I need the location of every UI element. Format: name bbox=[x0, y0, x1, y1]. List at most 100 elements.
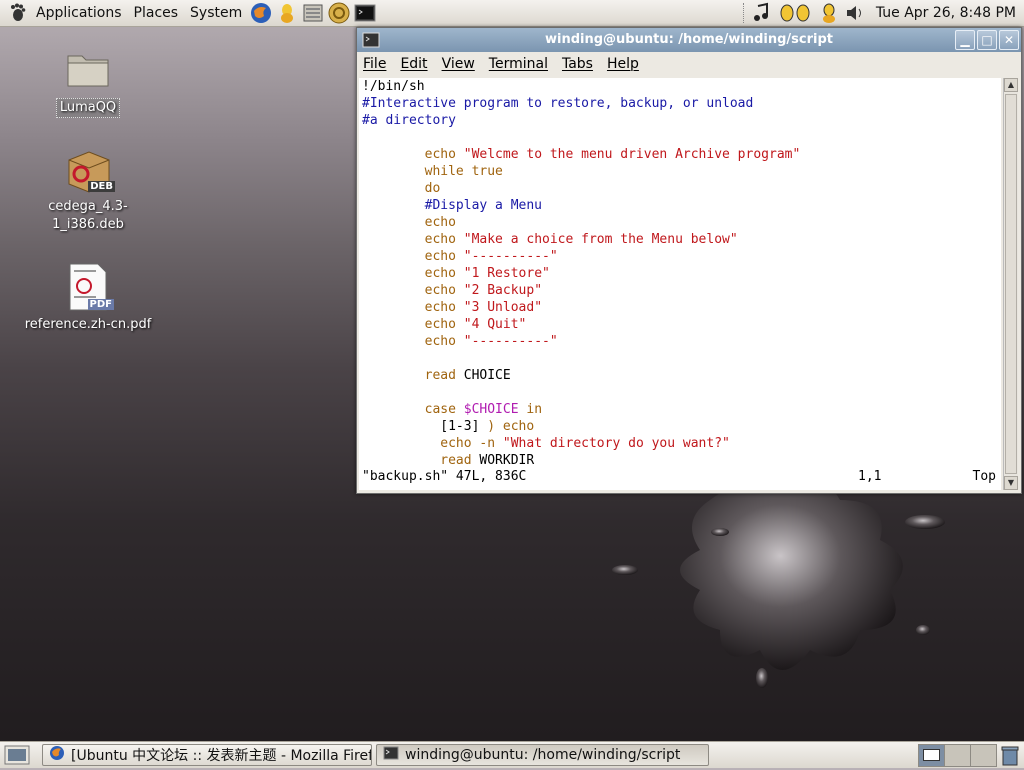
clock[interactable]: Tue Apr 26, 8:48 PM bbox=[868, 5, 1020, 21]
code-token: CHOICE bbox=[463, 368, 511, 383]
scroll-down-arrow-icon[interactable]: ▼ bbox=[1004, 476, 1018, 490]
code-line: echo "2 Backup" bbox=[362, 282, 1001, 299]
code-token: "1 Restore" bbox=[463, 266, 550, 281]
qq-launcher-icon[interactable] bbox=[276, 2, 298, 24]
code-line: do bbox=[362, 180, 1001, 197]
code-line: echo bbox=[362, 214, 1001, 231]
code-line: ​ bbox=[362, 129, 1001, 146]
code-line: #a directory bbox=[362, 112, 1001, 129]
menu-terminal[interactable]: Terminal bbox=[489, 56, 548, 72]
code-token: echo bbox=[362, 215, 456, 230]
code-token: "4 Quit" bbox=[463, 317, 527, 332]
taskbar-item-label: winding@ubuntu: /home/winding/script bbox=[405, 747, 681, 763]
code-line: ​ bbox=[362, 350, 1001, 367]
desktop-icon-pdf[interactable]: PDF reference.zh-cn.pdf bbox=[18, 262, 158, 334]
code-token: [1-3] bbox=[362, 419, 488, 434]
firefox-launcher-icon[interactable] bbox=[250, 2, 272, 24]
minimize-icon: ▁ bbox=[960, 33, 970, 47]
vertical-scrollbar[interactable]: ▲ ▼ bbox=[1003, 78, 1018, 490]
terminal-window[interactable]: winding@ubuntu: /home/winding/script ▁ □… bbox=[356, 27, 1022, 494]
deb-package-icon: DEB bbox=[63, 148, 115, 194]
code-line: !/bin/sh bbox=[362, 78, 1001, 95]
code-token: "What directory do you want?" bbox=[502, 436, 730, 451]
close-icon: ✕ bbox=[1003, 33, 1015, 47]
system-menu[interactable]: System bbox=[184, 5, 248, 21]
taskbar-item-terminal[interactable]: winding@ubuntu: /home/winding/script bbox=[376, 744, 709, 766]
tray-separator bbox=[742, 3, 746, 23]
desktop-icon-label: LumaQQ bbox=[55, 98, 121, 118]
trash-icon[interactable] bbox=[1000, 744, 1020, 770]
menu-file[interactable]: File bbox=[363, 56, 386, 72]
places-menu[interactable]: Places bbox=[128, 5, 185, 21]
code-token: do bbox=[362, 181, 441, 196]
desktop-icon-deb-package[interactable]: DEB cedega_4.3-1_i386.deb bbox=[18, 148, 158, 234]
menu-help[interactable]: Help bbox=[607, 56, 639, 72]
deb-badge: DEB bbox=[88, 181, 115, 192]
help-launcher-icon[interactable] bbox=[328, 2, 350, 24]
window-titlebar[interactable]: winding@ubuntu: /home/winding/script ▁ □… bbox=[357, 28, 1021, 52]
maximize-button[interactable]: □ bbox=[977, 30, 997, 50]
music-note-icon[interactable] bbox=[752, 2, 774, 24]
firefox-icon bbox=[49, 745, 65, 765]
show-desktop-icon[interactable] bbox=[4, 745, 30, 769]
window-title: winding@ubuntu: /home/winding/script bbox=[545, 32, 833, 47]
taskbar-item-firefox[interactable]: [Ubuntu 中文论坛 :: 发表新主题 - Mozilla Firefox] bbox=[42, 744, 372, 766]
desktop-icon-lumaqq[interactable]: LumaQQ bbox=[18, 48, 158, 118]
code-token: echo bbox=[362, 317, 464, 332]
scrollbar-thumb[interactable] bbox=[1005, 94, 1017, 474]
terminal-text-area[interactable]: !/bin/sh #Interactive program to restore,… bbox=[359, 78, 1001, 490]
code-line: [1-3] ) echo bbox=[362, 418, 1001, 435]
gnome-foot-icon[interactable] bbox=[6, 2, 28, 24]
code-line: echo "1 Restore" bbox=[362, 265, 1001, 282]
code-line: while true bbox=[362, 163, 1001, 180]
close-button[interactable]: ✕ bbox=[999, 30, 1019, 50]
code-line: #Interactive program to restore, backup,… bbox=[362, 95, 1001, 112]
code-token: in bbox=[518, 402, 543, 417]
menu-tabs[interactable]: Tabs bbox=[562, 56, 593, 72]
desktop-icon-label: reference.zh-cn.pdf bbox=[24, 317, 152, 332]
code-token: while true bbox=[362, 164, 503, 179]
menu-view[interactable]: View bbox=[442, 56, 475, 72]
code-token: "----------" bbox=[463, 249, 558, 264]
menu-bar: File Edit View Terminal Tabs Help bbox=[357, 52, 1021, 76]
code-token: read bbox=[362, 368, 464, 383]
notification-area: Tue Apr 26, 8:48 PM bbox=[739, 0, 1020, 26]
vim-status-line: "backup.sh" 47L, 836C 1,1 Top bbox=[362, 469, 998, 484]
code-line: echo "Welcme to the menu driven Archive … bbox=[362, 146, 1001, 163]
code-token: #a directory bbox=[362, 113, 456, 128]
code-token: "3 Unload" bbox=[463, 300, 543, 315]
code-line: #Display a Menu bbox=[362, 197, 1001, 214]
code-token: ) echo bbox=[487, 419, 535, 434]
status-file-info: "backup.sh" 47L, 836C bbox=[362, 469, 527, 484]
pdf-badge: PDF bbox=[87, 299, 114, 310]
maximize-icon: □ bbox=[981, 33, 993, 47]
code-token: case bbox=[362, 402, 464, 417]
code-line: read CHOICE bbox=[362, 367, 1001, 384]
workspace-3[interactable] bbox=[970, 744, 997, 767]
top-panel: Applications Places System Tue Apr 26, 8… bbox=[0, 0, 1024, 27]
menu-edit[interactable]: Edit bbox=[400, 56, 427, 72]
code-line: echo "3 Unload" bbox=[362, 299, 1001, 316]
pdf-file-icon: PDF bbox=[64, 262, 114, 312]
scroll-up-arrow-icon[interactable]: ▲ bbox=[1004, 78, 1018, 92]
volume-icon[interactable] bbox=[844, 2, 866, 24]
code-token: #Display a Menu bbox=[362, 198, 543, 213]
code-token: "Welcme to the menu driven Archive progr… bbox=[463, 147, 801, 162]
code-line: echo "----------" bbox=[362, 248, 1001, 265]
messenger-tray-icon[interactable] bbox=[818, 2, 840, 24]
qq-tray-icon[interactable] bbox=[778, 2, 810, 24]
code-token: echo bbox=[362, 147, 464, 162]
terminal-launcher-icon[interactable] bbox=[354, 2, 376, 24]
taskbar-item-label: [Ubuntu 中文论坛 :: 发表新主题 - Mozilla Firefox] bbox=[71, 748, 372, 764]
folder-icon bbox=[18, 48, 158, 94]
applications-menu[interactable]: Applications bbox=[30, 5, 128, 21]
code-token: #Interactive program to restore, backup,… bbox=[362, 96, 754, 111]
workspace-1[interactable] bbox=[918, 744, 945, 767]
workspace-2[interactable] bbox=[944, 744, 971, 767]
status-scroll-position: Top bbox=[972, 469, 996, 484]
code-token: $CHOICE bbox=[463, 402, 519, 417]
minimize-button[interactable]: ▁ bbox=[955, 30, 975, 50]
file-manager-launcher-icon[interactable] bbox=[302, 2, 324, 24]
status-cursor-position: 1,1 bbox=[858, 469, 882, 484]
code-line: echo -n "What directory do you want?" bbox=[362, 435, 1001, 452]
